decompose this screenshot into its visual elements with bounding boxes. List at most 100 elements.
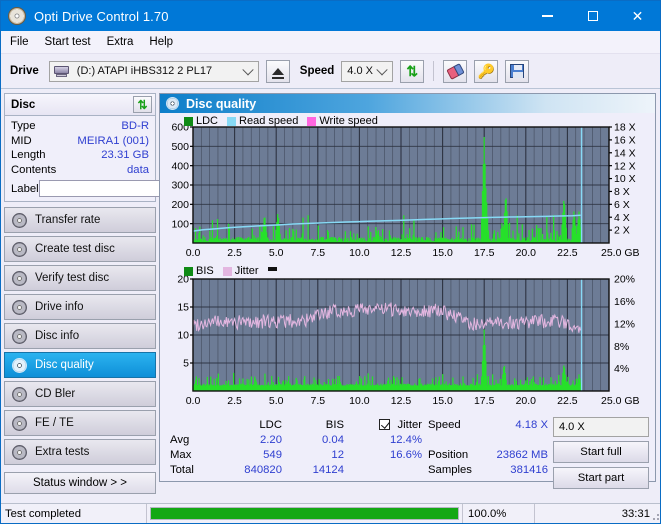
progress-percent: 100.0% bbox=[463, 503, 535, 523]
speed-value: 4.0 X bbox=[347, 65, 373, 77]
svg-text:8 X: 8 X bbox=[614, 186, 630, 198]
stats-label-max: Max bbox=[170, 449, 192, 461]
menu-file[interactable]: File bbox=[10, 36, 29, 48]
stats-col-jitter: Jitter 12.4% 16.6% bbox=[344, 418, 422, 478]
svg-text:5.0: 5.0 bbox=[269, 395, 284, 407]
stats-ldc-total: 840820 bbox=[244, 464, 282, 476]
svg-text:2.5: 2.5 bbox=[227, 395, 242, 407]
start-full-button[interactable]: Start full bbox=[553, 441, 649, 463]
sidebar-item-verify-test-disc[interactable]: Verify test disc bbox=[4, 265, 156, 291]
svg-text:18 X: 18 X bbox=[614, 122, 636, 134]
disc-panel-title: Disc bbox=[11, 98, 36, 111]
sidebar-item-extra-tests[interactable]: Extra tests bbox=[4, 439, 156, 465]
stats-header-jitter: Jitter bbox=[397, 419, 422, 431]
keys-button[interactable]: 🔑 bbox=[474, 59, 499, 83]
drive-icon bbox=[53, 65, 70, 78]
save-button[interactable] bbox=[505, 59, 530, 83]
disc-icon bbox=[12, 299, 27, 315]
stats-col-bis: BIS 0.04 12 14124 bbox=[282, 418, 344, 478]
svg-text:10: 10 bbox=[177, 330, 189, 342]
legend-label-ldc: LDC bbox=[196, 115, 219, 127]
menu-start-test[interactable]: Start test bbox=[45, 36, 91, 48]
start-part-button[interactable]: Start part bbox=[553, 467, 649, 489]
sidebar-item-fe-te[interactable]: FE / TE bbox=[4, 410, 156, 436]
maximize-button[interactable] bbox=[570, 1, 615, 31]
keys-icon: 🔑 bbox=[477, 63, 496, 79]
minimize-button[interactable] bbox=[525, 1, 570, 31]
drive-select[interactable]: (D:) ATAPI iHBS312 2 PL17 bbox=[48, 60, 259, 82]
app-window: Opti Drive Control 1.70 ✕ File Start tes… bbox=[0, 0, 661, 524]
window-title: Opti Drive Control 1.70 bbox=[34, 8, 169, 24]
disc-row-value: BD-R bbox=[121, 120, 149, 132]
disc-icon bbox=[12, 444, 27, 460]
ldc-chart: LDC Read speed Write speed 100 200 300 400 5… bbox=[160, 113, 655, 265]
app-logo-icon bbox=[8, 7, 26, 25]
test-speed-select[interactable]: 4.0 X bbox=[553, 417, 649, 437]
resize-grip[interactable] bbox=[650, 511, 660, 521]
svg-text:25.0 GB: 25.0 GB bbox=[601, 395, 640, 407]
disc-panel: Disc ⇅ Type BD-R MID MEIRA1 (001) Length… bbox=[4, 93, 239, 202]
bis-chart-svg: 51015204%8%12%16%20%0.0 2.5 5.0 7.5 10.0 12.5… bbox=[177, 274, 640, 407]
sidebar: Disc ⇅ Type BD-R MID MEIRA1 (001) Length… bbox=[1, 89, 239, 494]
main-body: Disc ⇅ Type BD-R MID MEIRA1 (001) Length… bbox=[1, 89, 660, 494]
sidebar-item-disc-info[interactable]: Disc info bbox=[4, 323, 156, 349]
legend-swatch-jitter bbox=[222, 266, 232, 276]
disc-row-value: MEIRA1 (001) bbox=[77, 134, 149, 147]
sidebar-item-disc-quality[interactable]: Disc quality bbox=[4, 352, 156, 378]
start-part-label: Start part bbox=[577, 472, 625, 484]
eject-button[interactable] bbox=[265, 59, 290, 83]
content-area: Disc quality LDC Read speed Write speed … bbox=[159, 89, 660, 489]
erase-button[interactable] bbox=[443, 59, 468, 83]
stats-header-jitter-wrap: Jitter bbox=[344, 418, 422, 433]
svg-text:0.0: 0.0 bbox=[186, 247, 201, 259]
disc-icon bbox=[12, 328, 27, 344]
stats-col-ldc: LDC 2.20 549 840820 bbox=[212, 418, 282, 478]
svg-text:12.5: 12.5 bbox=[391, 247, 412, 259]
svg-text:22.5: 22.5 bbox=[557, 395, 578, 407]
svg-text:4%: 4% bbox=[614, 363, 629, 375]
ldc-chart-svg: 1002003004005006002 X4 X6 X8 X10 X12 X14… bbox=[171, 122, 639, 259]
jitter-checkbox[interactable] bbox=[379, 419, 391, 430]
sidebar-item-create-test-disc[interactable]: Create test disc bbox=[4, 236, 156, 262]
menu-help[interactable]: Help bbox=[149, 36, 173, 48]
refresh-icon: ⇅ bbox=[137, 97, 148, 112]
legend-swatch-marker bbox=[267, 266, 277, 271]
stats-jitter-total bbox=[344, 463, 422, 478]
svg-text:20%: 20% bbox=[614, 274, 635, 286]
sidebar-item-transfer-rate[interactable]: Transfer rate bbox=[4, 207, 156, 233]
legend-label-jitter: Jitter bbox=[234, 265, 259, 277]
disc-icon bbox=[12, 357, 27, 373]
speed-select[interactable]: 4.0 X bbox=[341, 60, 394, 82]
svg-text:15: 15 bbox=[177, 302, 189, 314]
menu-extra[interactable]: Extra bbox=[107, 36, 134, 48]
sidebar-item-cd-bler[interactable]: CD Bler bbox=[4, 381, 156, 407]
stats-speed-value: 4.18 X bbox=[515, 419, 548, 431]
svg-text:8%: 8% bbox=[614, 341, 629, 353]
svg-text:12.5: 12.5 bbox=[391, 395, 412, 407]
close-button[interactable]: ✕ bbox=[615, 1, 660, 31]
stats-row-labels: Avg Max Total bbox=[170, 418, 212, 478]
svg-text:10.0: 10.0 bbox=[349, 395, 370, 407]
chevron-down-icon bbox=[376, 64, 388, 76]
svg-text:300: 300 bbox=[171, 180, 189, 192]
bis-chart-legend: BIS Jitter bbox=[184, 265, 280, 277]
disc-refresh-button[interactable]: ⇅ bbox=[133, 96, 152, 113]
disc-icon bbox=[12, 270, 27, 286]
svg-text:17.5: 17.5 bbox=[474, 395, 495, 407]
svg-text:12 X: 12 X bbox=[614, 160, 636, 172]
eject-icon bbox=[271, 67, 284, 79]
status-window-button[interactable]: Status window > > bbox=[4, 472, 156, 494]
svg-text:7.5: 7.5 bbox=[310, 395, 325, 407]
drive-value: (D:) ATAPI iHBS312 2 PL17 bbox=[76, 65, 213, 77]
svg-text:7.5: 7.5 bbox=[310, 247, 325, 259]
status-message: Test completed bbox=[1, 503, 147, 523]
refresh-button[interactable]: ⇅ bbox=[400, 59, 425, 83]
disc-row-key: Type bbox=[11, 120, 36, 132]
stats-label-speed: Speed bbox=[428, 419, 461, 431]
svg-text:5.0: 5.0 bbox=[269, 247, 284, 259]
legend-label-write-speed: Write speed bbox=[319, 115, 378, 127]
stats-label-total: Total bbox=[170, 464, 194, 476]
sidebar-item-drive-info[interactable]: Drive info bbox=[4, 294, 156, 320]
sidebar-item-label: Transfer rate bbox=[35, 214, 101, 226]
legend-swatch-bis bbox=[184, 266, 193, 276]
